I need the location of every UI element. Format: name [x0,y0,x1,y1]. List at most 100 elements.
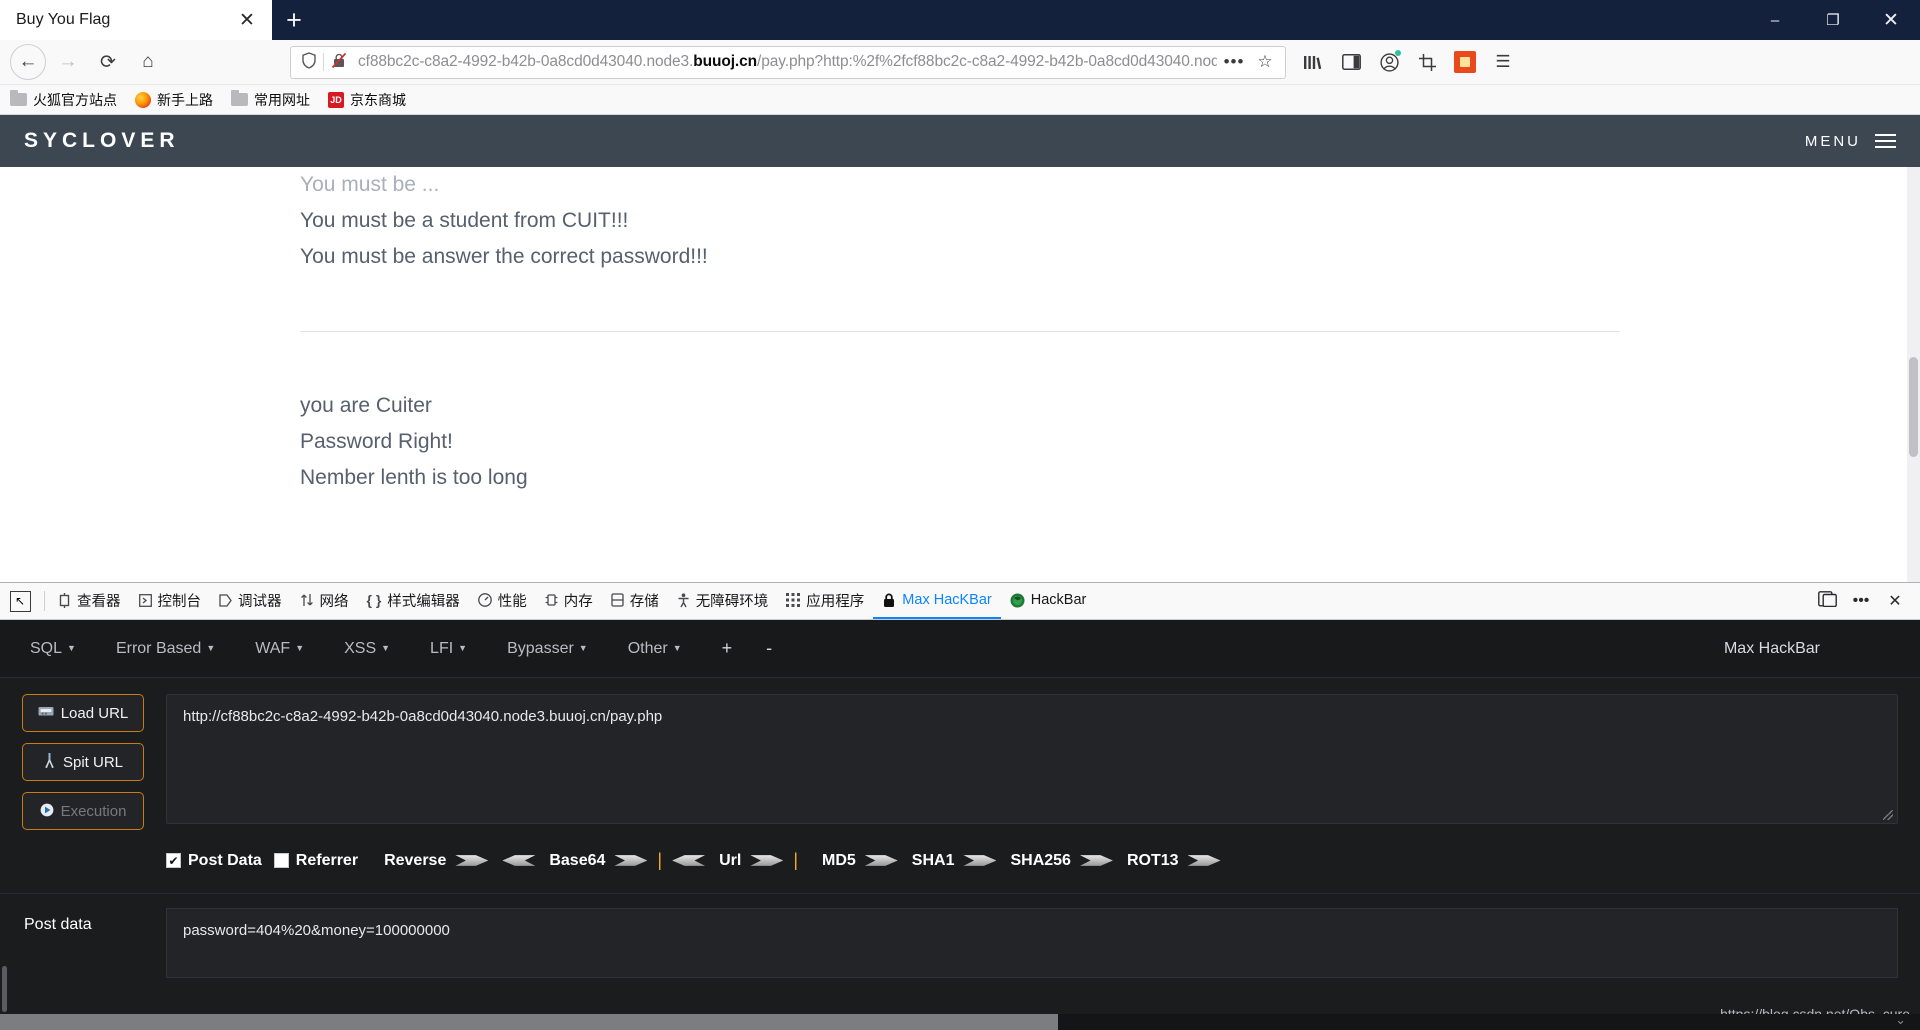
hackbar-url-row: Load URL Spit URL Execution http://cf88b… [0,694,1920,830]
minimize-icon[interactable]: ‒ [1746,0,1804,40]
hackbar-menu-xss[interactable]: XSS ▼ [344,640,390,658]
dock-layout-icon[interactable] [1810,590,1844,612]
encoder-divider: | [657,850,663,870]
devtools-tab-network[interactable]: 网络 [291,583,358,619]
devtools-close-icon[interactable]: ✕ [1878,591,1912,611]
button-label: Execution [60,802,127,820]
hackbar-remove-tab-button[interactable]: - [766,638,772,659]
devtools-tab-storage[interactable]: 存储 [602,583,668,619]
execution-button[interactable]: Execution [22,792,144,830]
encode-arrow-icon[interactable] [750,855,784,866]
bookmark-item[interactable]: JD 京东商城 [328,90,406,110]
horizontal-scrollbar-thumb[interactable] [0,1014,1058,1030]
chevron-down-icon: ▼ [206,642,216,653]
network-icon [300,593,314,607]
menu-label: SQL [30,639,63,657]
encode-arrow-icon[interactable] [963,855,997,866]
post-data-textarea[interactable]: password=404%20&money=100000000 [166,908,1898,978]
hackbar-icon [1010,593,1025,608]
devtools-more-icon[interactable]: ••• [1844,592,1878,610]
url-divider [323,53,324,71]
encoder-label-sha256: SHA256 [1010,851,1071,869]
tab-title: Buy You Flag [16,11,111,28]
encode-arrow-icon[interactable] [864,855,898,866]
devtools-tab-label: Max HacKBar [902,592,992,608]
load-url-button[interactable]: Load URL [22,694,144,732]
new-tab-button[interactable]: + [272,0,316,40]
window-close-icon[interactable]: ✕ [1862,0,1920,40]
devtools-tab-accessibility[interactable]: 无障碍环境 [668,583,778,619]
hackbar-add-tab-button[interactable]: + [722,638,733,659]
resize-grip-icon[interactable] [1883,810,1893,820]
split-url-button[interactable]: Spit URL [22,743,144,781]
url-text[interactable]: cf88bc2c-c8a2-4992-b42b-0a8cd0d43040.nod… [352,53,1217,71]
app-menu-icon[interactable]: ☰ [1484,44,1522,80]
horizontal-scrollbar[interactable]: ⌄ [0,1012,1920,1030]
page-scrollbar-thumb[interactable] [1909,357,1918,457]
bookmark-item[interactable]: 新手上路 [135,90,213,110]
devtools-tab-style-editor[interactable]: { } 样式编辑器 [358,583,469,619]
bookmark-item[interactable]: 常用网址 [231,90,310,110]
hackbar-menu-waf[interactable]: WAF ▼ [255,640,304,658]
bookmark-label: 常用网址 [254,91,310,108]
lock-icon [882,593,896,608]
devtools-tab-hackbar[interactable]: HackBar [1001,583,1096,619]
url-bar[interactable]: cf88bc2c-c8a2-4992-b42b-0a8cd0d43040.nod… [290,45,1286,79]
hackbar-menu-lfi[interactable]: LFI ▼ [430,640,467,658]
encoder-divider: | [793,850,798,870]
browser-window: Buy You Flag ✕ + ‒ ❐ ✕ ← → ⟳ ⌂ cf88bc2c-… [0,0,1920,1030]
encode-arrow-icon[interactable] [614,855,648,866]
decode-arrow-icon[interactable] [502,855,536,866]
decode-arrow-icon[interactable] [672,855,706,866]
chevron-down-icon: ▼ [672,642,682,653]
hackbar-left-scrollbar[interactable] [0,0,8,1030]
site-menu-button[interactable]: MENU [1805,133,1896,150]
devtools-tab-memory[interactable]: 内存 [536,583,602,619]
page-scrollbar[interactable] [1907,167,1920,582]
back-icon[interactable]: ← [10,44,46,80]
broken-lock-icon[interactable] [326,52,352,73]
referrer-checkbox[interactable]: Referrer [273,851,359,870]
menu-label: LFI [430,639,454,657]
encode-arrow-icon[interactable] [1079,855,1113,866]
account-icon[interactable] [1370,44,1408,80]
devtools-tab-application[interactable]: 应用程序 [777,583,873,619]
hackbar-url-textarea[interactable]: http://cf88bc2c-c8a2-4992-b42b-0a8cd0d43… [166,694,1898,824]
encode-arrow-icon[interactable] [1187,855,1221,866]
library-icon[interactable] [1294,44,1332,80]
screenshot-icon[interactable] [1408,44,1446,80]
account-badge [1395,50,1401,56]
memory-icon [545,593,558,607]
hackbar-menu-other[interactable]: Other ▼ [628,640,682,658]
sidebar-icon[interactable] [1332,44,1370,80]
hackbar-menu-bar: SQL ▼ Error Based ▼ WAF ▼ XSS ▼ LFI ▼ Bypasse… [0,620,1920,678]
devtools-tab-max-hackbar[interactable]: Max HacKBar [873,583,1001,619]
extension-icon[interactable] [1446,44,1484,80]
maximize-icon[interactable]: ❐ [1804,0,1862,40]
post-data-checkbox[interactable]: ✔ Post Data [166,852,262,870]
menu-label: XSS [344,639,377,657]
bookmarks-bar: 火狐官方站点 新手上路 常用网址 JD 京东商城 [0,85,1920,115]
hackbar-menu-sql[interactable]: SQL ▼ [30,640,76,658]
hackbar-menu-bypasser[interactable]: Bypasser ▼ [507,640,588,658]
devtools-tab-inspector[interactable]: 查看器 [49,583,130,619]
devtools-tab-performance[interactable]: 性能 [469,583,536,619]
close-icon[interactable]: ✕ [234,7,260,33]
bookmark-item[interactable]: 火狐官方站点 [10,90,117,110]
devtools-tab-debugger[interactable]: 调试器 [210,583,291,619]
reload-icon[interactable]: ⟳ [90,44,126,80]
hackbar-menu-error-based[interactable]: Error Based ▼ [116,640,215,658]
devtools-tab-console[interactable]: 控制台 [130,583,211,619]
debugger-icon [219,593,232,607]
site-logo[interactable]: SYCLOVER [24,129,180,153]
accessibility-icon [677,592,690,608]
home-icon[interactable]: ⌂ [130,44,166,80]
devtools-tab-label: 样式编辑器 [387,593,460,610]
checkbox-label: Referrer [295,851,359,869]
hackbar-scroll-thumb[interactable] [2,966,7,1012]
browser-tab[interactable]: Buy You Flag ✕ [0,0,272,40]
page-actions-icon[interactable]: ••• [1217,52,1251,72]
divider [300,331,1620,332]
encode-arrow-icon[interactable] [455,855,489,866]
bookmark-star-icon[interactable]: ☆ [1251,52,1279,72]
